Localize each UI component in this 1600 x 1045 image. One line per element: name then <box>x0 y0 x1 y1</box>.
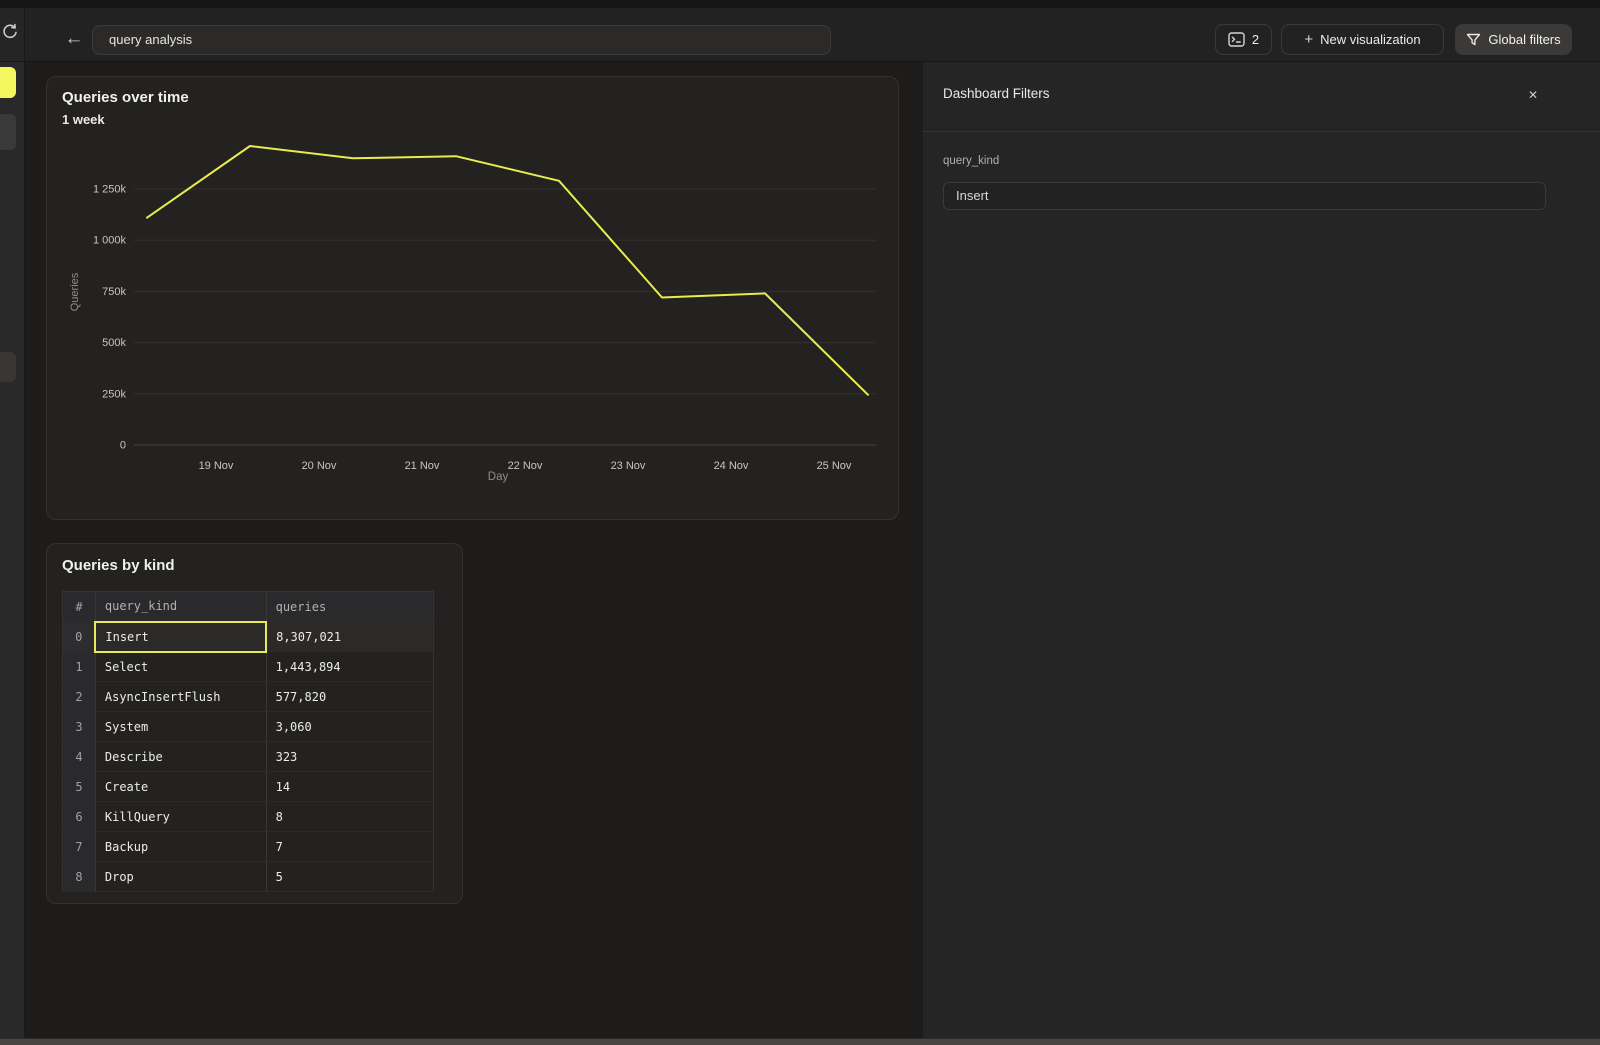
svg-text:750k: 750k <box>102 286 126 298</box>
table-row: 5Create14 <box>63 772 434 802</box>
queries-value-cell: 1,443,894 <box>266 652 433 682</box>
table-row: 7Backup7 <box>63 832 434 862</box>
queries-value-cell: 14 <box>266 772 433 802</box>
console-count-button[interactable]: 2 <box>1215 24 1272 55</box>
svg-text:23 Nov: 23 Nov <box>611 460 646 472</box>
queries-by-kind-table: #query_kindqueries 0Insert8,307,0211Sele… <box>62 591 434 892</box>
row-index-cell: 4 <box>63 742 96 772</box>
query-kind-cell[interactable]: Drop <box>95 862 266 892</box>
svg-text:250k: 250k <box>102 388 126 400</box>
close-icon[interactable]: ✕ <box>1522 84 1544 106</box>
row-index-cell: 5 <box>63 772 96 802</box>
table-row: 8Drop5 <box>63 862 434 892</box>
column-header-queries: queries <box>266 592 433 622</box>
svg-text:20 Nov: 20 Nov <box>302 460 337 472</box>
filter-field-label: query_kind <box>943 155 999 167</box>
query-kind-cell[interactable]: Backup <box>95 832 266 862</box>
table-title: Queries by kind <box>62 557 175 574</box>
sidebar-item-active[interactable] <box>0 67 16 98</box>
queries-value-cell: 323 <box>266 742 433 772</box>
table-row: 2AsyncInsertFlush577,820 <box>63 682 434 712</box>
queries-value-cell: 3,060 <box>266 712 433 742</box>
svg-text:1 000k: 1 000k <box>93 235 127 247</box>
table-row: 3System3,060 <box>63 712 434 742</box>
global-filters-button[interactable]: Global filters <box>1455 24 1572 55</box>
top-bar: ← query analysis 2 + New visualization G… <box>25 8 1600 62</box>
panel-divider <box>923 131 1600 132</box>
sidebar-top-section <box>0 8 25 62</box>
svg-text:25 Nov: 25 Nov <box>817 460 852 472</box>
queries-value-cell: 5 <box>266 862 433 892</box>
queries-value-cell: 577,820 <box>266 682 433 712</box>
table-header: #query_kindqueries <box>63 592 434 622</box>
row-index-cell: 3 <box>63 712 96 742</box>
row-index-cell: 7 <box>63 832 96 862</box>
new-visualization-label: New visualization <box>1320 32 1420 47</box>
queries-value-cell: 8 <box>266 802 433 832</box>
svg-text:Day: Day <box>488 471 509 483</box>
svg-text:1 250k: 1 250k <box>93 184 127 196</box>
svg-text:Queries: Queries <box>69 272 81 311</box>
global-filters-label: Global filters <box>1488 32 1560 47</box>
table-row: 4Describe323 <box>63 742 434 772</box>
query-kind-cell[interactable]: KillQuery <box>95 802 266 832</box>
queries-over-time-panel: Queries over time 1 week 0250k500k750k1 … <box>46 76 899 520</box>
dashboard-sidebar <box>0 62 25 1038</box>
history-refresh-icon[interactable] <box>1 23 19 41</box>
sidebar-item-2[interactable] <box>0 114 16 150</box>
queries-line-chart[interactable]: 0 250k 500k 750k 1 000k 1 250k 19 Nov 20 Nov 21 … <box>47 77 900 521</box>
queries-value-cell: 8,307,021 <box>266 622 433 652</box>
plus-icon: + <box>1304 31 1313 48</box>
query-kind-filter-input[interactable]: Insert <box>943 182 1546 210</box>
svg-text:21 Nov: 21 Nov <box>405 460 440 472</box>
query-kind-cell[interactable]: Insert <box>95 622 266 652</box>
row-index-cell: 1 <box>63 652 96 682</box>
console-count-label: 2 <box>1252 32 1259 47</box>
query-kind-cell[interactable]: Select <box>95 652 266 682</box>
svg-text:19 Nov: 19 Nov <box>199 460 234 472</box>
table-row: 6KillQuery8 <box>63 802 434 832</box>
row-index-cell: 6 <box>63 802 96 832</box>
column-header-index: # <box>63 592 96 622</box>
table-row: 1Select1,443,894 <box>63 652 434 682</box>
svg-text:500k: 500k <box>102 337 126 349</box>
dashboard-title-input[interactable]: query analysis <box>92 25 831 55</box>
table-body: 0Insert8,307,0211Select1,443,8942AsyncIn… <box>63 622 434 892</box>
table-row: 0Insert8,307,021 <box>63 622 434 652</box>
queries-value-cell: 7 <box>266 832 433 862</box>
new-visualization-button[interactable]: + New visualization <box>1281 24 1444 55</box>
column-header-query_kind: query_kind <box>95 592 266 622</box>
funnel-filter-icon <box>1466 33 1481 47</box>
row-index-cell: 2 <box>63 682 96 712</box>
query-kind-cell[interactable]: Describe <box>95 742 266 772</box>
sidebar-item-3[interactable] <box>0 352 16 382</box>
console-icon <box>1228 32 1245 47</box>
queries-by-kind-panel: Queries by kind #query_kindqueries 0Inse… <box>46 543 463 904</box>
back-arrow-icon[interactable]: ← <box>61 26 87 52</box>
query-kind-cell[interactable]: Create <box>95 772 266 802</box>
svg-text:0: 0 <box>120 440 126 452</box>
row-index-cell: 0 <box>63 622 96 652</box>
window-top-strip <box>0 0 1600 8</box>
row-index-cell: 8 <box>63 862 96 892</box>
dashboard-filters-panel: Dashboard Filters ✕ query_kind Insert <box>923 62 1600 1038</box>
dashboard-filters-title: Dashboard Filters <box>943 86 1050 101</box>
svg-text:22 Nov: 22 Nov <box>508 460 543 472</box>
query-kind-cell[interactable]: System <box>95 712 266 742</box>
svg-text:24 Nov: 24 Nov <box>714 460 749 472</box>
window-bottom-strip <box>0 1038 1600 1045</box>
query-kind-cell[interactable]: AsyncInsertFlush <box>95 682 266 712</box>
